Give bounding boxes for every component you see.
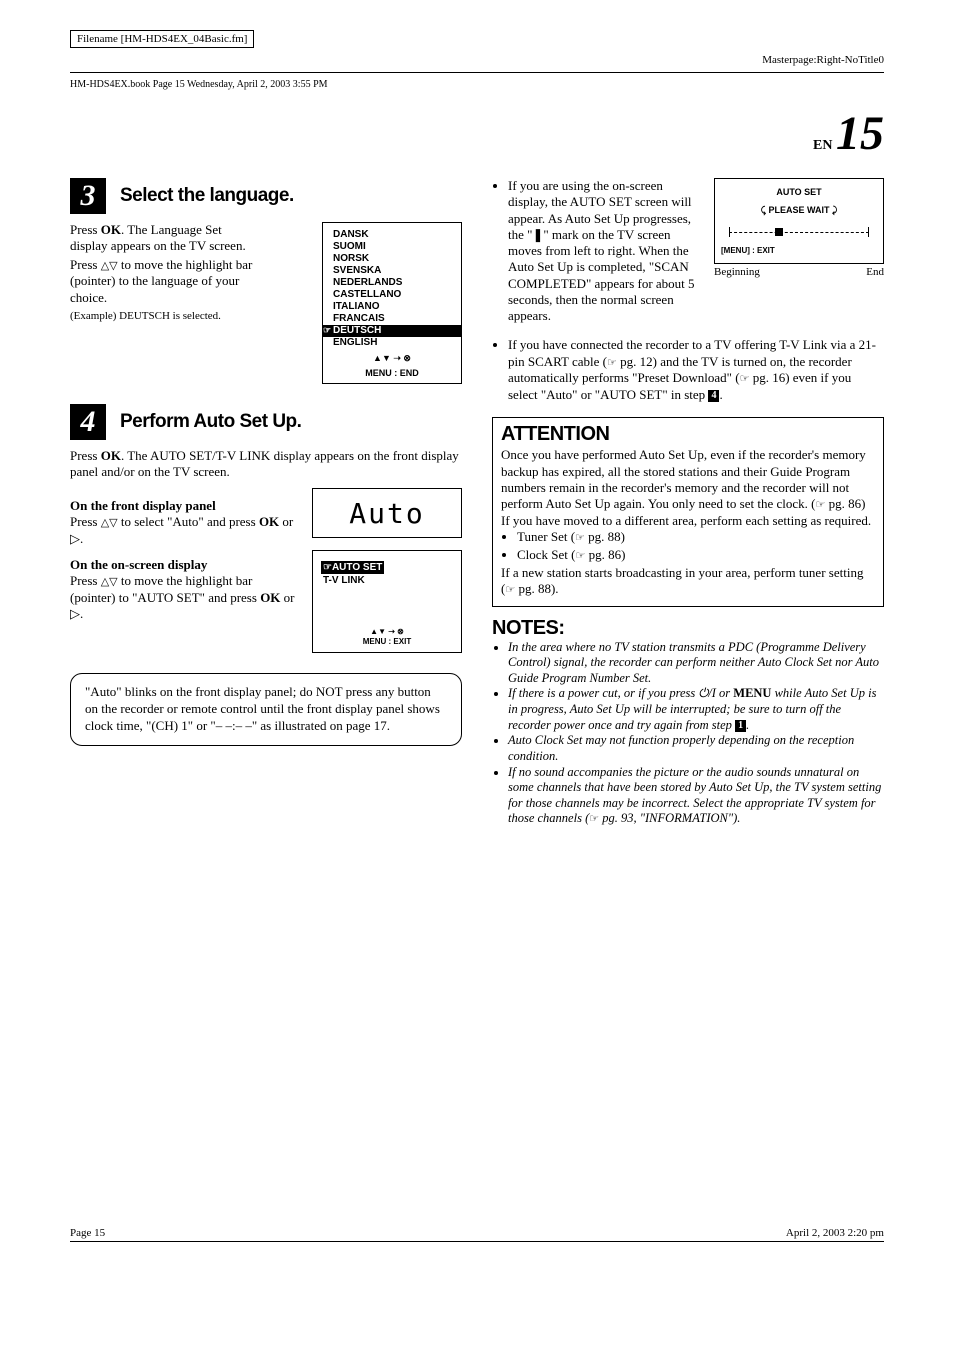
pageref-icon: ☞ bbox=[589, 813, 599, 825]
step-ref-badge: 4 bbox=[708, 390, 719, 403]
auto-blink-note: "Auto" blinks on the front display panel… bbox=[70, 673, 462, 746]
bullet-tvlink: If you have connected the recorder to a … bbox=[508, 337, 884, 403]
lang-item: CASTELLANO bbox=[323, 289, 461, 301]
lang-item-selected: DEUTSCH bbox=[323, 325, 461, 337]
step-3-badge: 3 bbox=[70, 178, 106, 214]
language-list-box: DANSK SUOMI NORSK SVENSKA NEDERLANDS CAS… bbox=[322, 222, 462, 384]
front-panel-subhead: On the front display panel bbox=[70, 498, 298, 514]
lang-item: ENGLISH bbox=[323, 337, 461, 349]
attention-box: ATTENTION Once you have performed Auto S… bbox=[492, 417, 884, 606]
pageref-icon: ☞ bbox=[576, 550, 586, 562]
footer-page-label: Page 15 bbox=[70, 1227, 105, 1239]
lang-code: EN bbox=[813, 138, 832, 153]
onscreen-subhead: On the on-screen display bbox=[70, 557, 298, 573]
attention-title: ATTENTION bbox=[501, 422, 875, 447]
lang-item: NEDERLANDS bbox=[323, 277, 461, 289]
progress-wait: ⤹ PLEASE WAIT ⤸ bbox=[721, 205, 877, 217]
pageref-icon: ☞ bbox=[575, 532, 585, 544]
bullet-onscreen-progress: If you are using the on-screen display, … bbox=[508, 178, 700, 324]
lang-item: SVENSKA bbox=[323, 265, 461, 277]
progress-title: AUTO SET bbox=[721, 187, 877, 199]
onscreen-footer-menu: MENU : EXIT bbox=[321, 637, 453, 647]
step-4-badge: 4 bbox=[70, 404, 106, 440]
up-down-icon: △▽ bbox=[101, 260, 118, 272]
page-number-large: 15 bbox=[836, 107, 884, 160]
footer-timestamp: April 2, 2003 2:20 pm bbox=[786, 1227, 884, 1239]
progress-marker-icon bbox=[775, 228, 783, 236]
step-ref-badge: 1 bbox=[735, 720, 746, 733]
onscreen-footer-nav: ▲▼ ➝ ⊗ bbox=[321, 627, 453, 637]
label-end: End bbox=[866, 266, 884, 278]
book-info: HM-HDS4EX.book Page 15 Wednesday, April … bbox=[70, 79, 884, 90]
filename-box: Filename [HM-HDS4EX_04Basic.fm] bbox=[70, 30, 254, 48]
note-item: If no sound accompanies the picture or t… bbox=[508, 765, 884, 828]
lang-footer-nav: ▲▼ ➝ ⊗ bbox=[323, 353, 461, 364]
up-down-icon: △▽ bbox=[101, 517, 118, 529]
lang-item: ITALIANO bbox=[323, 301, 461, 313]
note-item: If there is a power cut, or if you press… bbox=[508, 686, 884, 733]
attention-bullet-tuner: Tuner Set (☞ pg. 88) bbox=[517, 529, 875, 546]
lang-footer-menu: MENU : END bbox=[323, 368, 461, 379]
onscreen-tvlink: T-V LINK bbox=[321, 574, 453, 587]
display-text: Auto bbox=[349, 497, 424, 530]
note-item: Auto Clock Set may not function properly… bbox=[508, 733, 884, 764]
pageref-icon: ☞ bbox=[815, 499, 825, 511]
lang-item: SUOMI bbox=[323, 241, 461, 253]
pageref-icon: ☞ bbox=[505, 584, 515, 596]
note-item: In the area where no TV station transmit… bbox=[508, 640, 884, 687]
autoset-progress-box: AUTO SET ⤹ PLEASE WAIT ⤸ [MENU] : EXIT bbox=[714, 178, 884, 264]
step-3-title: Select the language. bbox=[120, 185, 294, 207]
progress-menu-label: [MENU] : EXIT bbox=[721, 246, 775, 256]
lang-item: FRANCAIS bbox=[323, 313, 461, 325]
lang-item: NORSK bbox=[323, 253, 461, 265]
onscreen-autoset: ☞AUTO SET bbox=[321, 561, 384, 574]
pageref-icon: ☞ bbox=[607, 357, 617, 369]
masterpage-label: Masterpage:Right-NoTitle0 bbox=[762, 54, 884, 66]
lang-item: DANSK bbox=[323, 229, 461, 241]
example-note: (Example) DEUTSCH is selected. bbox=[70, 310, 260, 322]
label-beginning: Beginning bbox=[714, 266, 760, 278]
notes-title: NOTES: bbox=[492, 617, 884, 640]
filename-text: Filename [HM-HDS4EX_04Basic.fm] bbox=[77, 33, 247, 45]
pageref-icon: ☞ bbox=[740, 373, 750, 385]
front-display-panel: Auto bbox=[312, 488, 462, 538]
onscreen-display-box: ☞AUTO SET T-V LINK ▲▼ ➝ ⊗ MENU : EXIT bbox=[312, 550, 462, 653]
up-down-icon: △▽ bbox=[101, 576, 118, 588]
attention-bullet-clock: Clock Set (☞ pg. 86) bbox=[517, 547, 875, 564]
step-4-title: Perform Auto Set Up. bbox=[120, 411, 301, 433]
